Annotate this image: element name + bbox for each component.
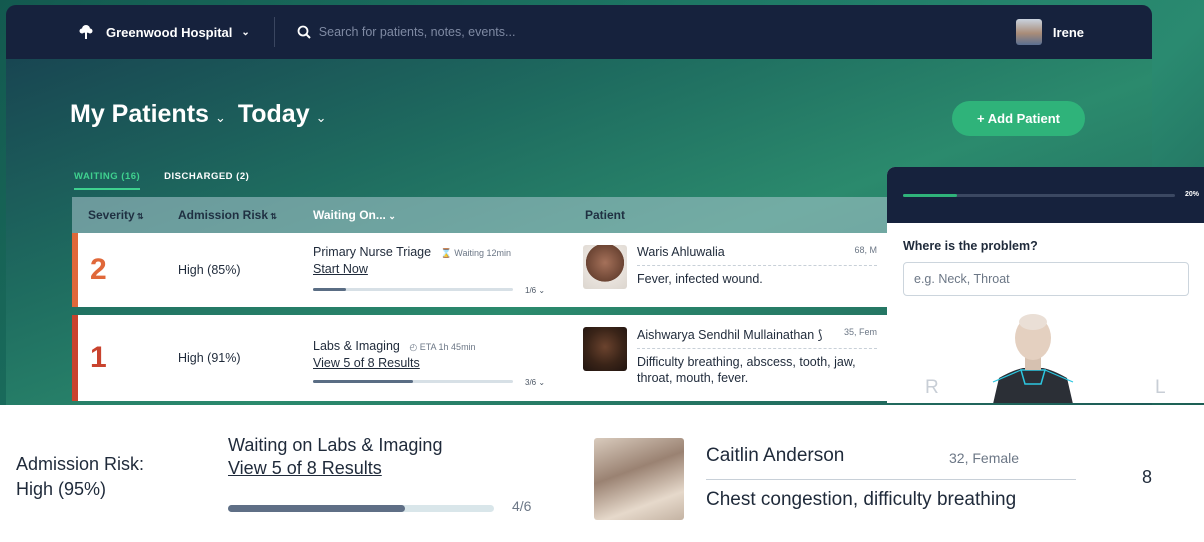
column-header-severity[interactable]: Severity ⇅	[72, 208, 178, 222]
user-name: Irene	[1052, 24, 1084, 40]
problem-location-input[interactable]: e.g. Neck, Throat	[903, 262, 1189, 296]
chevron-down-icon: ⌄	[241, 26, 250, 38]
detail-progress-count: 4/6	[512, 498, 532, 514]
chevron-down-icon: ⌄	[385, 211, 396, 221]
severity-value: 1	[90, 341, 107, 374]
patient-photo	[583, 327, 627, 371]
patient-name: Aishwarya Sendhil Mullainathan ⟆	[637, 328, 823, 342]
sort-icon: ⇅	[268, 212, 277, 221]
divider	[706, 479, 1076, 480]
user-menu[interactable]: Irene	[1015, 19, 1084, 45]
progress-bar	[313, 380, 513, 383]
triage-progress-text: 20%	[1184, 191, 1199, 198]
hospital-name: Greenwood Hospital	[106, 24, 233, 40]
severity-value: 2	[90, 253, 107, 286]
detail-waiting-task: Waiting on Labs & Imaging	[228, 435, 443, 455]
search-input[interactable]: Search for patients, notes, events...	[297, 25, 516, 39]
add-patient-label: + Add Patient	[977, 111, 1060, 126]
patient-detail-zoom: Admission Risk: High (95%) Waiting on La…	[0, 405, 1204, 542]
detail-patient-name: Caitlin Anderson	[706, 445, 845, 466]
waiting-task: Labs & Imaging	[313, 339, 400, 353]
detail-view-results-link[interactable]: View 5 of 8 Results	[228, 458, 442, 479]
patient-condition: Difficulty breathing, abscess, tooth, ja…	[637, 355, 856, 385]
patient-tabs: WAITING (16) DISCHARGED (2)	[74, 171, 273, 190]
waiting-cell: Labs & Imaging ◴ ETA 1h 45min View 5 of …	[313, 315, 583, 401]
column-header-patient[interactable]: Patient	[585, 208, 625, 222]
search-icon	[297, 25, 311, 39]
detail-waiting: Waiting on Labs & Imaging View 5 of 8 Re…	[228, 435, 442, 479]
progress-fill	[228, 505, 406, 512]
body-map-right-label: R	[925, 377, 939, 398]
progress-count[interactable]: 3/6 ⌄	[525, 378, 545, 387]
progress-count[interactable]: 1/6 ⌄	[525, 286, 545, 295]
column-header-admission-risk[interactable]: Admission Risk ⇅	[178, 208, 313, 222]
waiting-cell: Primary Nurse Triage ⌛ Waiting 12min Sta…	[313, 233, 583, 307]
patient-info: Waris Ahluwalia 68, M Fever, infected wo…	[637, 245, 877, 307]
patient-info: Aishwarya Sendhil Mullainathan ⟆ 35, Fem…	[637, 327, 877, 401]
detail-admission-risk: Admission Risk: High (95%)	[16, 452, 144, 502]
triage-progress-bar	[903, 194, 1175, 197]
ear-icon: ⟆	[817, 328, 823, 342]
tree-logo-icon	[79, 25, 93, 39]
detail-progress-bar	[228, 505, 494, 512]
patient-name-row: Waris Ahluwalia 68, M	[637, 245, 877, 266]
start-now-link[interactable]: Start Now	[313, 262, 583, 276]
detail-risk-value: High (95%)	[16, 479, 107, 500]
view-results-link[interactable]: View 5 of 8 Results	[313, 356, 583, 370]
waiting-task: Primary Nurse Triage	[313, 245, 432, 259]
detail-patient-photo	[594, 438, 684, 520]
sort-icon: ⇅	[134, 212, 144, 221]
triage-question: Where is the problem?	[903, 239, 1038, 253]
chevron-down-icon[interactable]: ⌄	[316, 110, 327, 126]
detail-patient-condition: Chest congestion, difficulty breathing	[706, 489, 1017, 510]
add-patient-button[interactable]: + Add Patient	[952, 101, 1085, 136]
triage-panel-header: 20%	[887, 167, 1204, 223]
detail-trailing-number: 8	[1142, 467, 1153, 487]
admission-risk-value: High (85%)	[178, 263, 241, 277]
body-map-figure[interactable]	[985, 312, 1081, 403]
detail-risk-label: Admission Risk:	[16, 454, 145, 474]
navbar-divider	[273, 17, 275, 47]
triage-panel: 20% Where is the problem? e.g. Neck, Thr…	[887, 167, 1204, 403]
patient-photo	[583, 245, 627, 289]
progress-fill	[313, 380, 413, 383]
progress-bar	[313, 288, 513, 291]
top-navbar: Greenwood Hospital ⌄ Search for patients…	[6, 5, 1152, 59]
patient-name-row: Aishwarya Sendhil Mullainathan ⟆ 35, Fem	[637, 327, 877, 349]
chevron-down-icon[interactable]: ⌄	[215, 110, 226, 126]
tab-waiting[interactable]: WAITING (16)	[74, 171, 141, 190]
eta-time: ◴ ETA 1h 45min	[409, 342, 476, 352]
hospital-switcher[interactable]: Greenwood Hospital ⌄	[78, 24, 250, 40]
waiting-time: ⌛ Waiting 12min	[440, 248, 511, 258]
avatar	[1015, 19, 1042, 45]
detail-patient-age: 32, Female	[949, 450, 1020, 466]
column-header-waiting-on[interactable]: Waiting On... ⌄	[313, 208, 585, 222]
patient-condition: Fever, infected wound.	[637, 272, 763, 286]
body-map-left-label: L	[1155, 377, 1166, 398]
my-patients-dropdown[interactable]: My Patients	[70, 100, 209, 129]
date-filter-dropdown[interactable]: Today	[238, 100, 310, 129]
progress-fill	[313, 288, 347, 291]
patient-age: 35, Fem	[843, 327, 877, 337]
search-placeholder: Search for patients, notes, events...	[318, 25, 516, 39]
progress-fill	[903, 194, 958, 197]
patient-age: 68, M	[854, 245, 877, 255]
page-title: My Patients ⌄ Today ⌄	[70, 100, 339, 129]
tab-discharged[interactable]: DISCHARGED (2)	[164, 171, 249, 190]
patient-name: Waris Ahluwalia	[637, 245, 725, 259]
admission-risk-value: High (91%)	[178, 351, 241, 365]
